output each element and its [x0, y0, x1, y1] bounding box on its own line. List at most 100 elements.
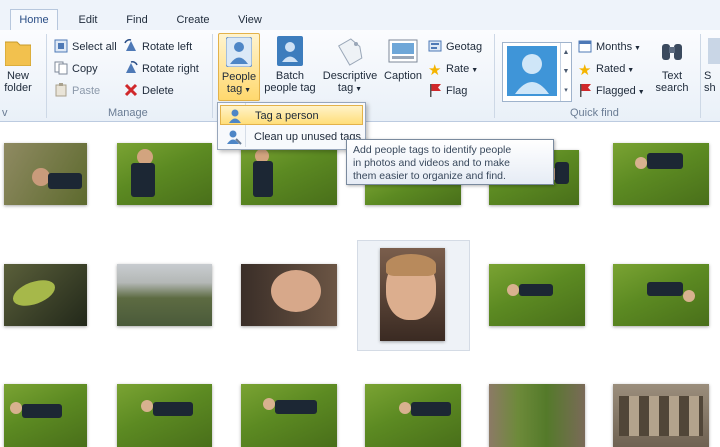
photo-thumbnail[interactable] — [489, 384, 585, 447]
rate-button[interactable]: ★ Rate ▼ — [428, 60, 478, 78]
photo-thumbnail[interactable] — [4, 264, 87, 326]
photo-thumbnail[interactable] — [4, 384, 87, 447]
people-gallery[interactable]: ▲ ▼ ▾ — [502, 42, 572, 102]
batch-people-tag-button[interactable]: Batch people tag — [262, 36, 318, 94]
caption-button[interactable]: Caption — [382, 36, 424, 82]
photo-thumbnail[interactable] — [365, 384, 461, 447]
months-button[interactable]: Months ▼ — [578, 38, 641, 56]
folder-icon — [5, 41, 31, 66]
rotate-left-button[interactable]: Rotate left — [124, 38, 192, 56]
geotag-icon — [428, 40, 442, 52]
photo-thumbnail[interactable] — [613, 143, 709, 205]
photo-thumbnail[interactable] — [613, 384, 709, 447]
text-search-button[interactable]: Text search — [652, 36, 692, 94]
dropdown-arrow-icon: ▼ — [469, 67, 479, 74]
text-search-label-2: search — [655, 82, 689, 94]
descriptive-label-2: tag — [337, 82, 354, 94]
photo-thumbnail[interactable] — [241, 384, 337, 447]
rated-label: Rated — [596, 63, 626, 75]
copy-icon — [54, 61, 68, 75]
star-icon: ★ — [428, 62, 442, 79]
batch-people-tag-icon — [277, 36, 303, 66]
cut-off-button[interactable]: S sh — [704, 36, 720, 94]
people-tag-tooltip: Add people tags to identify people in ph… — [346, 139, 554, 185]
group-label-fragment: v — [2, 107, 8, 119]
gallery-scrollbar[interactable]: ▲ ▼ ▾ — [560, 43, 571, 101]
flagged-label: Flagged — [596, 85, 636, 97]
descriptive-label-1: Descriptive — [322, 70, 378, 82]
photo-thumbnail[interactable] — [489, 264, 585, 326]
menu-item-tag-a-person[interactable]: Tag a person — [220, 105, 363, 125]
calendar-icon — [578, 40, 592, 53]
photo-thumbnail[interactable] — [241, 143, 337, 205]
photo-thumbnail[interactable] — [380, 248, 445, 341]
menu-item-label: Clean up unused tags — [254, 131, 362, 143]
months-label: Months — [596, 41, 633, 53]
tab-create[interactable]: Create — [170, 11, 216, 29]
rotate-left-label: Rotate left — [142, 41, 193, 53]
dropdown-arrow-icon: ▼ — [353, 86, 363, 93]
people-tag-label-1: People — [221, 71, 257, 83]
tag-icon — [338, 38, 363, 66]
photo-thumbnail[interactable] — [613, 264, 709, 326]
new-folder-label-2: folder — [4, 82, 32, 94]
person-icon — [226, 37, 252, 67]
select-all-label: Select all — [72, 41, 117, 53]
people-tag-label-2: tag — [226, 83, 243, 95]
batch-label-1: Batch — [275, 70, 305, 82]
photo-thumbnail[interactable] — [4, 143, 87, 205]
tab-view[interactable]: View — [232, 11, 268, 29]
caption-icon — [388, 39, 418, 63]
person-thumbnail-icon — [507, 46, 557, 96]
photo-thumbnail[interactable] — [117, 384, 212, 447]
delete-button[interactable]: Delete — [124, 82, 174, 100]
rotate-left-icon — [124, 39, 136, 51]
new-folder-label-1: New — [6, 70, 29, 82]
copy-label: Copy — [72, 63, 98, 75]
batch-label-2: people tag — [264, 82, 316, 94]
photo-thumbnail[interactable] — [117, 143, 212, 205]
people-tag-menu: Tag a person Clean up unused tags — [217, 102, 366, 150]
tab-find[interactable]: Find — [120, 11, 154, 29]
group-label-quick-find: Quick find — [570, 107, 619, 119]
photo-subject — [9, 275, 59, 311]
caption-label: Caption — [384, 70, 422, 82]
cut-off-label-2: sh — [704, 82, 716, 94]
tab-home[interactable]: Home — [10, 9, 58, 31]
group-separator — [700, 34, 701, 118]
photo-subject — [619, 396, 703, 436]
tab-edit[interactable]: Edit — [70, 11, 106, 29]
rotate-right-icon — [126, 61, 138, 73]
dropdown-arrow-icon: ▼ — [625, 67, 635, 74]
group-separator — [212, 34, 213, 118]
rated-button[interactable]: ★ Rated ▼ — [578, 60, 634, 78]
menu-item-label: Tag a person — [255, 110, 319, 122]
new-folder-button[interactable]: New folder — [0, 36, 38, 94]
select-all-button[interactable]: Select all — [54, 38, 117, 56]
ribbon-tab-strip: Home Edit Find Create View — [0, 0, 720, 31]
rotate-right-label: Rotate right — [142, 63, 199, 75]
geotag-label: Geotag — [446, 41, 483, 53]
copy-button[interactable]: Copy — [54, 60, 98, 78]
rotate-right-button[interactable]: Rotate right — [124, 60, 199, 78]
people-tag-button[interactable]: People tag ▼ — [218, 33, 260, 101]
partial-icon — [708, 38, 720, 64]
paste-button[interactable]: Paste — [54, 82, 100, 100]
photo-thumbnail[interactable] — [241, 264, 337, 326]
flag-icon — [430, 84, 441, 97]
dropdown-arrow-icon: ▼ — [635, 89, 645, 96]
delete-icon — [124, 83, 138, 97]
photo-subject-hair — [386, 254, 436, 276]
tooltip-line: them easier to organize and find. — [353, 170, 506, 182]
photo-subject — [271, 270, 321, 312]
geotag-button[interactable]: Geotag — [428, 38, 482, 56]
photo-thumbnail[interactable] — [117, 264, 212, 326]
flag-icon — [580, 84, 591, 97]
menu-item-clean-up-unused-tags[interactable]: Clean up unused tags — [220, 127, 363, 147]
flag-button[interactable]: Flag — [428, 82, 467, 100]
clean-up-tags-icon — [227, 130, 242, 145]
group-separator — [46, 34, 47, 118]
flagged-button[interactable]: Flagged ▼ — [578, 82, 645, 100]
person-icon — [229, 109, 241, 123]
descriptive-tag-button[interactable]: Descriptive tag ▼ — [320, 36, 380, 96]
